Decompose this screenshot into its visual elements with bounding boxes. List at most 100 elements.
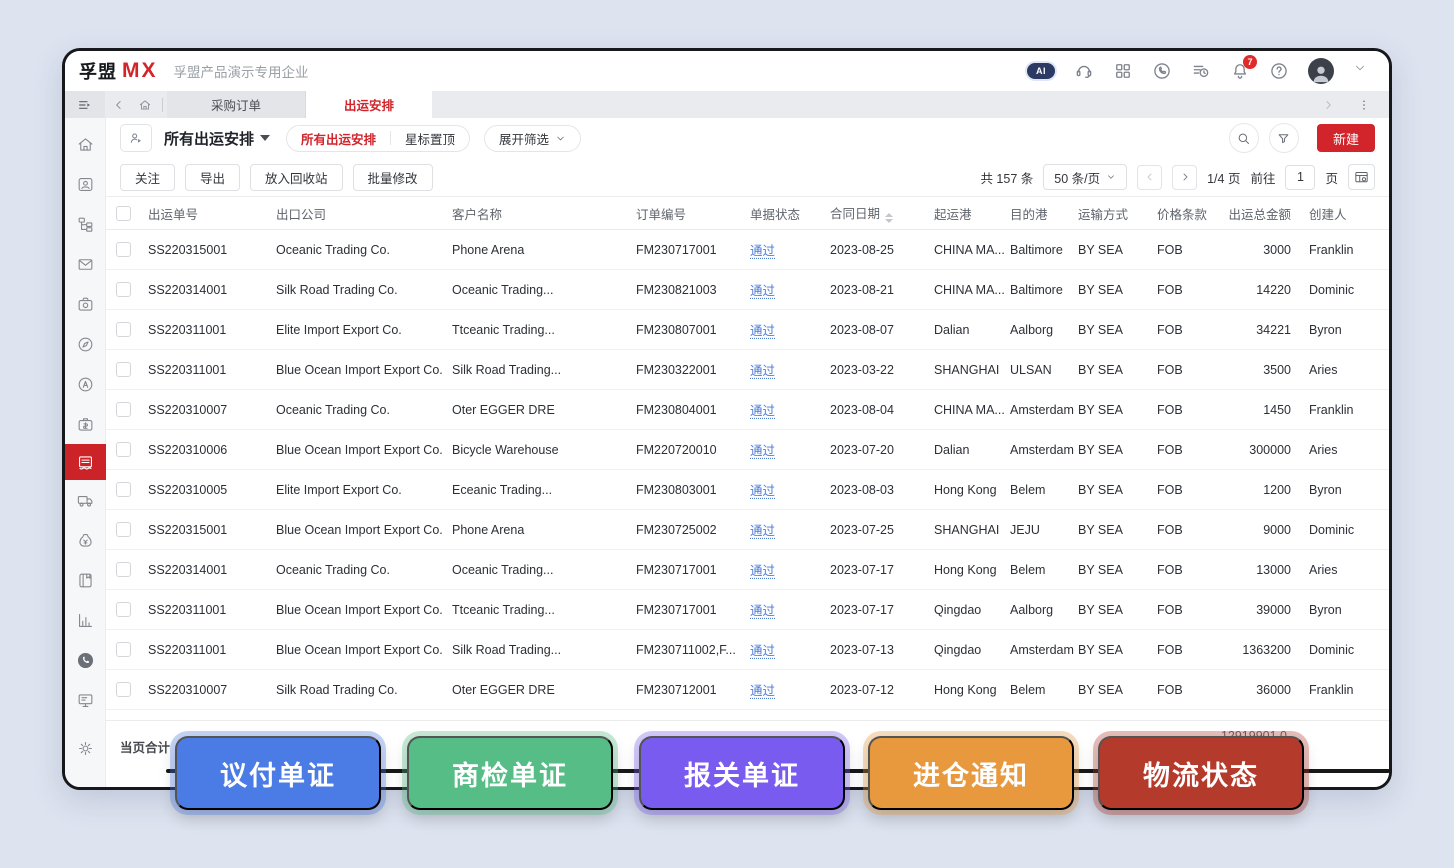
shipping-doc-icon[interactable] bbox=[65, 444, 106, 480]
cell-dest-port: Aalborg bbox=[1010, 603, 1078, 617]
next-page-button[interactable] bbox=[1172, 165, 1197, 190]
row-checkbox[interactable] bbox=[116, 242, 131, 257]
status-link[interactable]: 通过 bbox=[750, 644, 775, 658]
more-options-icon[interactable] bbox=[1351, 98, 1377, 112]
export-button[interactable]: 导出 bbox=[185, 164, 240, 191]
row-checkbox[interactable] bbox=[116, 642, 131, 657]
status-link[interactable]: 通过 bbox=[750, 444, 775, 458]
table-row[interactable]: SS220310006 Blue Ocean Import Export Co.… bbox=[106, 430, 1389, 470]
recycle-bin-button[interactable]: 放入回收站 bbox=[250, 164, 343, 191]
search-icon[interactable] bbox=[1229, 123, 1259, 153]
row-checkbox[interactable] bbox=[116, 482, 131, 497]
negotiation-docs-button[interactable]: 议付单证 bbox=[175, 736, 381, 810]
status-link[interactable]: 通过 bbox=[750, 324, 775, 338]
row-checkbox[interactable] bbox=[116, 602, 131, 617]
monitor-icon[interactable] bbox=[65, 680, 106, 720]
ai-assistant-icon[interactable]: AI bbox=[1027, 63, 1055, 79]
follow-button[interactable]: 关注 bbox=[120, 164, 175, 191]
nav-forward-icon[interactable] bbox=[1315, 98, 1341, 112]
prev-page-button[interactable] bbox=[1137, 165, 1162, 190]
nav-back-icon[interactable] bbox=[106, 98, 132, 112]
mail-icon[interactable] bbox=[65, 244, 106, 284]
tab-purchase-orders[interactable]: 采购订单 bbox=[167, 91, 306, 118]
warehouse-notice-button[interactable]: 进仓通知 bbox=[868, 736, 1074, 810]
select-all-checkbox[interactable] bbox=[116, 206, 131, 221]
status-link[interactable]: 通过 bbox=[750, 524, 775, 538]
table-row[interactable]: SS220311001 Blue Ocean Import Export Co.… bbox=[106, 630, 1389, 670]
chevron-down-icon[interactable] bbox=[1353, 61, 1373, 81]
inspection-docs-button[interactable]: 商检单证 bbox=[407, 736, 613, 810]
whatsapp-icon[interactable] bbox=[1152, 61, 1172, 81]
table-row[interactable]: SS220314001 Silk Road Trading Co. Oceani… bbox=[106, 270, 1389, 310]
circle-a-icon[interactable] bbox=[65, 364, 106, 404]
money-case-icon[interactable] bbox=[65, 404, 106, 444]
notebook-icon[interactable] bbox=[65, 560, 106, 600]
new-button[interactable]: 新建 bbox=[1317, 124, 1375, 152]
page-size-select[interactable]: 50 条/页 bbox=[1043, 164, 1127, 190]
table-row[interactable]: SS220310005 Elite Import Export Co. Ecea… bbox=[106, 470, 1389, 510]
user-avatar[interactable] bbox=[1308, 58, 1334, 84]
home-icon[interactable] bbox=[65, 124, 106, 164]
briefcase-icon[interactable] bbox=[65, 284, 106, 324]
bar-chart-icon[interactable] bbox=[65, 600, 106, 640]
row-checkbox[interactable] bbox=[116, 282, 131, 297]
table-row[interactable]: SS220311001 Blue Ocean Import Export Co.… bbox=[106, 590, 1389, 630]
row-checkbox[interactable] bbox=[116, 442, 131, 457]
headset-support-icon[interactable] bbox=[1074, 61, 1094, 81]
table-row[interactable]: SS220311001 Blue Ocean Import Export Co.… bbox=[106, 350, 1389, 390]
table-row[interactable]: SS220310007 Silk Road Trading Co. Oter E… bbox=[106, 670, 1389, 710]
nav-home-icon[interactable] bbox=[132, 98, 158, 112]
row-checkbox[interactable] bbox=[116, 362, 131, 377]
money-bag-icon[interactable] bbox=[65, 520, 106, 560]
filter-all-shipments[interactable]: 所有出运安排 bbox=[287, 126, 390, 151]
cell-contract-date: 2023-07-13 bbox=[830, 643, 934, 657]
status-link[interactable]: 通过 bbox=[750, 284, 775, 298]
status-link[interactable]: 通过 bbox=[750, 364, 775, 378]
funnel-filter-icon[interactable] bbox=[1269, 123, 1299, 153]
table-row[interactable]: SS220310007 Oceanic Trading Co. Oter EGG… bbox=[106, 390, 1389, 430]
cell-order-no: FM230821003 bbox=[636, 283, 750, 297]
compass-icon[interactable] bbox=[65, 324, 106, 364]
table-row[interactable]: SS220314001 Oceanic Trading Co. Oceanic … bbox=[106, 550, 1389, 590]
tab-shipping-arrangement[interactable]: 出运安排 bbox=[306, 91, 432, 118]
view-selector[interactable]: 所有出运安排 bbox=[164, 128, 270, 149]
apps-grid-icon[interactable] bbox=[1113, 61, 1133, 81]
truck-icon[interactable] bbox=[65, 480, 106, 520]
task-history-icon[interactable] bbox=[1191, 61, 1211, 81]
goto-page-input[interactable] bbox=[1285, 165, 1315, 190]
expand-filter-button[interactable]: 展开筛选 bbox=[484, 125, 581, 152]
cell-shipment-no: SS220311001 bbox=[148, 363, 276, 377]
user-filter-icon[interactable] bbox=[120, 124, 152, 152]
status-link[interactable]: 通过 bbox=[750, 404, 775, 418]
notification-bell-icon[interactable]: 7 bbox=[1230, 61, 1250, 81]
table-settings-icon[interactable] bbox=[1348, 164, 1375, 190]
row-checkbox[interactable] bbox=[116, 402, 131, 417]
org-hierarchy-icon[interactable] bbox=[65, 204, 106, 244]
batch-edit-button[interactable]: 批量修改 bbox=[353, 164, 433, 191]
col-header-creator: 创建人 bbox=[1299, 204, 1383, 223]
status-link[interactable]: 通过 bbox=[750, 484, 775, 498]
contact-card-icon[interactable] bbox=[65, 164, 106, 204]
status-link[interactable]: 通过 bbox=[750, 604, 775, 618]
filter-starred-top[interactable]: 星标置顶 bbox=[391, 126, 469, 151]
logistics-status-button[interactable]: 物流状态 bbox=[1098, 736, 1304, 810]
status-link[interactable]: 通过 bbox=[750, 684, 775, 698]
row-checkbox[interactable] bbox=[116, 522, 131, 537]
sort-icon[interactable] bbox=[885, 213, 893, 223]
collapse-sidebar-icon[interactable] bbox=[65, 91, 105, 118]
status-link[interactable]: 通过 bbox=[750, 244, 775, 258]
row-checkbox[interactable] bbox=[116, 562, 131, 577]
table-row[interactable]: SS220315001 Oceanic Trading Co. Phone Ar… bbox=[106, 230, 1389, 270]
row-checkbox[interactable] bbox=[116, 682, 131, 697]
customs-docs-button[interactable]: 报关单证 bbox=[639, 736, 845, 810]
cell-shipment-no: SS220310006 bbox=[148, 443, 276, 457]
cell-shipment-no: SS220314001 bbox=[148, 283, 276, 297]
whatsapp-sidebar-icon[interactable] bbox=[65, 640, 106, 680]
help-icon[interactable] bbox=[1269, 61, 1289, 81]
row-checkbox[interactable] bbox=[116, 322, 131, 337]
settings-gear-icon[interactable] bbox=[65, 728, 106, 768]
status-link[interactable]: 通过 bbox=[750, 564, 775, 578]
page-size-value: 50 条/页 bbox=[1054, 168, 1100, 187]
table-row[interactable]: SS220311001 Elite Import Export Co. Ttce… bbox=[106, 310, 1389, 350]
table-row[interactable]: SS220315001 Blue Ocean Import Export Co.… bbox=[106, 510, 1389, 550]
